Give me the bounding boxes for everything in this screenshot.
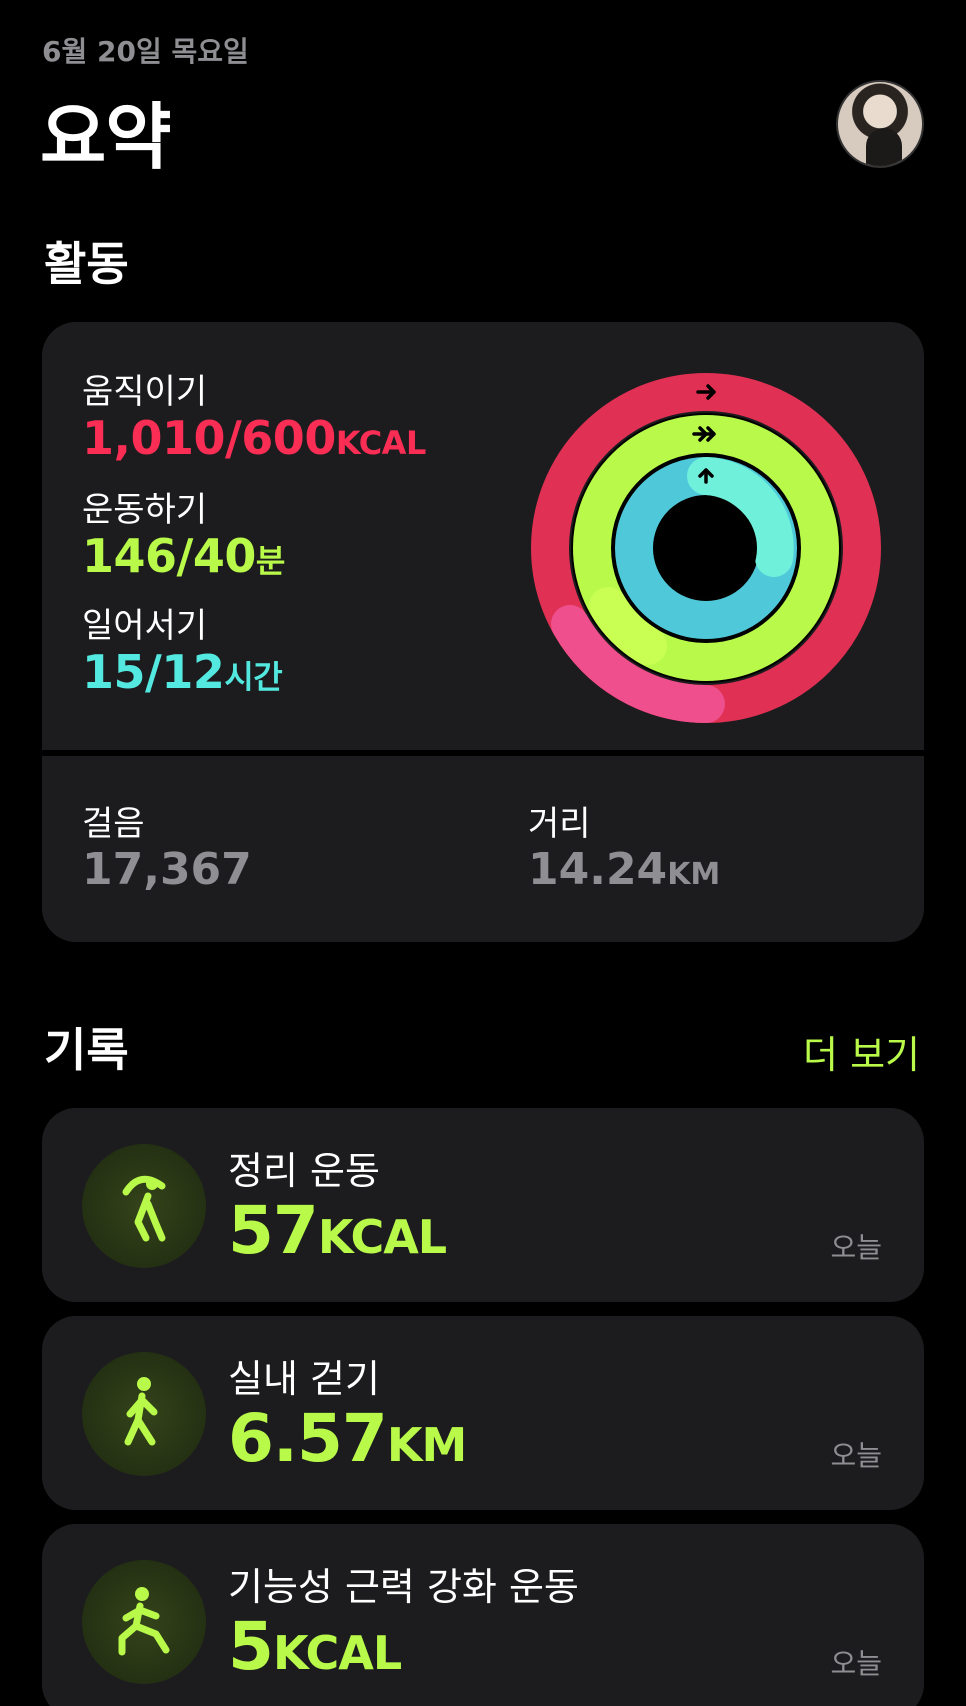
- workout-card[interactable]: 기능성 근력 강화 운동 5KCAL 오늘: [42, 1524, 924, 1706]
- exercise-metric: 운동하기 146/40분: [82, 490, 285, 587]
- show-more-link[interactable]: 더 보기: [803, 1024, 920, 1079]
- card-divider: [42, 750, 924, 756]
- activity-heading: 활동: [44, 237, 129, 291]
- date-label: 6월 20일 목요일: [42, 35, 249, 68]
- stand-label: 일어서기: [82, 606, 208, 646]
- workout-date: 오늘: [830, 1647, 882, 1680]
- workout-icon-badge: [82, 1560, 206, 1684]
- workout-value: 57KCAL: [228, 1192, 447, 1269]
- steps-stat: 걸음 17,367: [82, 804, 252, 896]
- move-label: 움직이기: [82, 372, 208, 412]
- exercise-label: 운동하기: [82, 490, 208, 530]
- stand-value: 15/12시간: [82, 645, 283, 699]
- steps-value: 17,367: [82, 844, 252, 895]
- move-value: 1,010/600KCAL: [82, 411, 426, 465]
- workout-value: 5KCAL: [228, 1608, 402, 1685]
- history-heading: 기록: [44, 1023, 129, 1077]
- workout-name: 실내 걷기: [228, 1357, 380, 1401]
- stretch-icon: [122, 1175, 166, 1242]
- workout-name: 기능성 근력 강화 운동: [228, 1565, 579, 1609]
- workout-card[interactable]: 실내 걷기 6.57KM 오늘: [42, 1316, 924, 1510]
- move-metric: 움직이기 1,010/600KCAL: [82, 372, 426, 469]
- workout-value: 6.57KM: [228, 1400, 467, 1477]
- distance-stat: 거리 14.24KM: [528, 804, 720, 901]
- page-title: 요약: [40, 95, 171, 179]
- workout-date: 오늘: [830, 1439, 882, 1472]
- activity-card[interactable]: 움직이기 1,010/600KCAL 운동하기 146/40분 일어서기 15/…: [42, 322, 924, 942]
- activity-rings: [531, 373, 881, 723]
- workout-icon-badge: [82, 1144, 206, 1268]
- distance-value: 14.24KM: [528, 844, 721, 895]
- workout-icon-badge: [82, 1352, 206, 1476]
- summary-screen: 6월 20일 목요일 요약 활동 움직이기 1,010/600KCAL 운동하기…: [0, 0, 966, 1706]
- workout-name: 정리 운동: [228, 1149, 380, 1193]
- exercise-value: 146/40분: [82, 529, 285, 583]
- distance-label: 거리: [528, 804, 591, 844]
- strength-icon: [118, 1587, 170, 1656]
- profile-avatar[interactable]: [836, 80, 924, 168]
- workout-date: 오늘: [830, 1231, 882, 1264]
- steps-label: 걸음: [82, 804, 145, 844]
- walking-icon: [124, 1377, 158, 1446]
- stand-metric: 일어서기 15/12시간: [82, 606, 283, 703]
- workout-card[interactable]: 정리 운동 57KCAL 오늘: [42, 1108, 924, 1302]
